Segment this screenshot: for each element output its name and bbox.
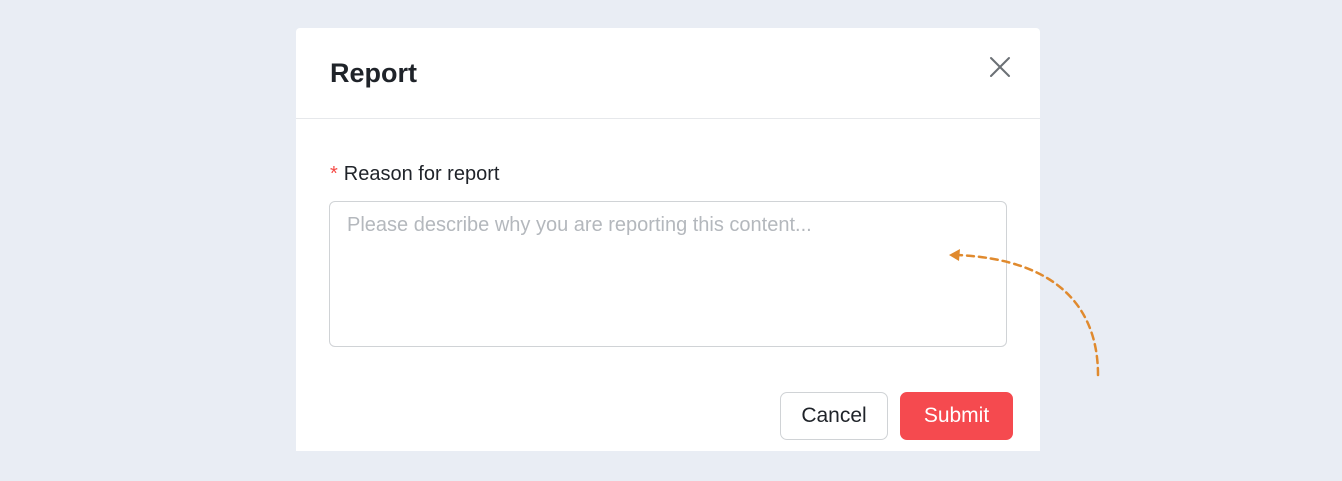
reason-label: * Reason for report xyxy=(330,160,499,188)
annotation-arrow-icon xyxy=(949,249,1100,377)
cancel-button[interactable]: Cancel xyxy=(780,392,888,440)
submit-button[interactable]: Submit xyxy=(900,392,1013,440)
report-dialog: Report *Reason for report Cancel Submit xyxy=(296,28,1040,451)
reason-label-text: Reason for report xyxy=(343,163,500,185)
dialog-header: Report xyxy=(296,28,1040,119)
close-icon xyxy=(990,57,1010,77)
dialog-title: Report xyxy=(330,58,417,88)
reason-textarea[interactable] xyxy=(329,201,1007,347)
close-button[interactable] xyxy=(986,53,1014,81)
required-asterisk: * xyxy=(330,163,338,185)
